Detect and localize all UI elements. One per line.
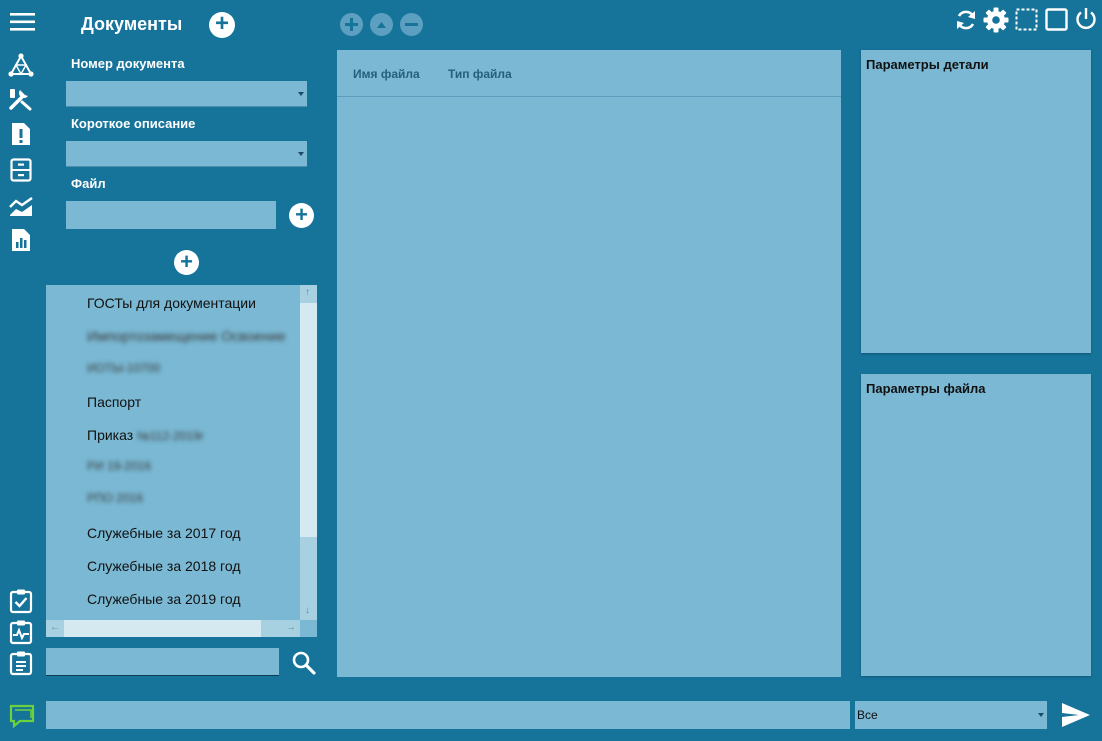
chat-input[interactable] — [46, 701, 850, 729]
list-item[interactable]: Служебные за 2017 год — [87, 525, 241, 541]
arrow-down-icon[interactable]: ↓ — [305, 605, 310, 616]
file-label: Файл — [71, 176, 106, 191]
minus-icon — [405, 23, 418, 26]
file-params-title: Параметры файла — [866, 381, 986, 396]
short-desc-select[interactable] — [66, 141, 307, 167]
list-item[interactable]: ГОСТы для документации — [87, 295, 256, 311]
add-file-button[interactable] — [340, 13, 363, 36]
plus-icon — [345, 18, 358, 31]
square-icon[interactable] — [1045, 8, 1068, 31]
dashed-square-icon[interactable] — [1015, 8, 1038, 31]
column-header-filename[interactable]: Имя файла — [353, 67, 420, 81]
clipboard-list-icon[interactable] — [8, 650, 34, 676]
menu-icon[interactable] — [10, 12, 35, 32]
chevron-down-icon — [1038, 713, 1044, 717]
file-input[interactable] — [66, 201, 276, 229]
column-header-filetype[interactable]: Тип файла — [448, 67, 512, 81]
divider — [337, 96, 841, 97]
list-item[interactable]: Служебные за 2018 год — [87, 558, 241, 574]
plus-icon: + — [214, 10, 229, 37]
search-input[interactable] — [46, 648, 279, 676]
list-item[interactable]: Паспорт — [87, 394, 141, 410]
document-list[interactable]: ГОСТы для документации Импортозамещение … — [46, 285, 317, 637]
plus-icon: + — [180, 248, 193, 274]
chevron-down-icon — [298, 92, 304, 96]
area-chart-icon[interactable] — [8, 193, 34, 219]
gear-icon[interactable] — [983, 7, 1009, 33]
page-title: Документы — [81, 14, 183, 34]
arrow-up-icon[interactable]: ↑ — [305, 287, 310, 298]
add-document-button[interactable]: + — [209, 12, 235, 38]
clipboard-pulse-icon[interactable] — [8, 619, 34, 645]
chevron-down-icon — [298, 152, 304, 156]
filter-select[interactable]: Все — [855, 701, 1047, 729]
list-item[interactable]: РИ 19-2016 — [87, 459, 151, 473]
report-chart-icon[interactable] — [8, 227, 34, 253]
doc-number-label: Номер документа — [71, 56, 185, 71]
filter-value: Все — [857, 708, 878, 722]
scrollbar-thumb[interactable] — [64, 620, 261, 637]
doc-number-select[interactable] — [66, 81, 307, 107]
vertical-scrollbar[interactable]: ↑ ↓ — [300, 285, 317, 620]
move-up-button[interactable] — [370, 13, 393, 36]
tools-icon[interactable] — [8, 86, 34, 112]
list-item[interactable]: Приказ №112-2019г — [87, 427, 204, 443]
file-table[interactable]: Имя файла Тип файла — [337, 50, 841, 677]
arrow-up-icon — [377, 21, 386, 28]
short-desc-label: Короткое описание — [71, 116, 196, 131]
send-icon[interactable] — [1061, 702, 1091, 728]
document-alert-icon[interactable] — [8, 121, 34, 147]
list-item[interactable]: ИОТЫ-10700 — [87, 361, 160, 375]
detail-params-panel: Параметры детали — [861, 50, 1091, 353]
scrollbar-thumb[interactable] — [300, 303, 317, 537]
list-item[interactable]: Импортозамещение Освоение — [87, 328, 286, 344]
list-item[interactable]: Служебные за 2019 год — [87, 591, 241, 607]
plus-icon: + — [295, 201, 308, 227]
remove-file-button[interactable] — [400, 13, 423, 36]
add-item-button[interactable]: + — [174, 250, 199, 275]
network-triangle-icon[interactable] — [8, 53, 34, 79]
archive-icon[interactable] — [8, 157, 34, 183]
search-icon[interactable] — [291, 650, 316, 675]
arrow-right-icon[interactable]: → — [286, 622, 296, 633]
horizontal-scrollbar[interactable]: ← → — [46, 620, 300, 637]
file-params-panel: Параметры файла — [861, 374, 1091, 676]
clipboard-check-icon[interactable] — [8, 588, 34, 614]
add-file-field-button[interactable]: + — [289, 203, 314, 228]
chat-icon[interactable] — [9, 704, 35, 728]
arrow-left-icon[interactable]: ← — [50, 622, 60, 633]
detail-params-title: Параметры детали — [866, 57, 989, 72]
list-item[interactable]: РПО 2016 — [87, 491, 143, 505]
refresh-icon[interactable] — [954, 8, 978, 32]
power-icon[interactable] — [1074, 7, 1098, 31]
